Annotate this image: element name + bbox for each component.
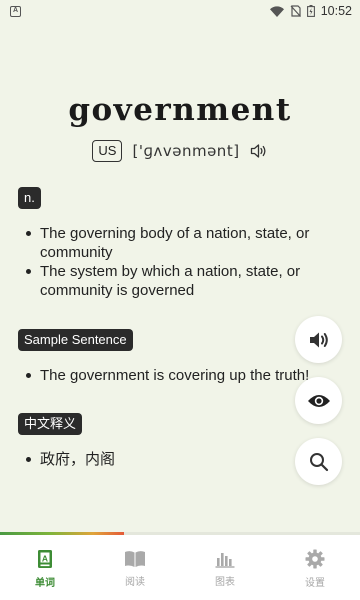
search-button[interactable]	[295, 438, 342, 485]
chinese-meaning-list: 政府，内阁	[24, 450, 324, 469]
definition-item: The governing body of a nation, state, o…	[24, 224, 324, 262]
bar-chart-icon	[215, 552, 235, 568]
accent-badge[interactable]: US	[92, 140, 123, 162]
sample-sentence-tag: Sample Sentence	[18, 329, 133, 351]
nav-label-words: 单词	[35, 577, 55, 589]
speaker-icon[interactable]	[250, 143, 268, 159]
status-time: 10:52	[320, 4, 352, 18]
nav-item-reading[interactable]: 阅读	[90, 535, 180, 600]
chinese-meaning-item: 政府，内阁	[24, 450, 324, 469]
nav-label-settings: 设置	[305, 577, 325, 589]
nav-item-settings[interactable]: 设置	[270, 535, 360, 600]
word-card-icon: A	[38, 549, 52, 568]
sample-sentence-item: The government is covering up the truth!	[24, 366, 324, 385]
sample-sentence-list: The government is covering up the truth!	[24, 366, 324, 385]
battery-icon	[306, 5, 315, 17]
play-audio-button[interactable]	[295, 316, 342, 363]
headword: government	[68, 92, 292, 128]
pronunciation-row: US ['ɡʌvənmənt]	[0, 140, 360, 162]
wifi-icon	[269, 5, 284, 17]
bottom-navigation: A 单词 阅读 图表 设置	[0, 535, 360, 600]
reveal-button[interactable]	[295, 377, 342, 424]
volume-icon	[309, 332, 328, 347]
definition-list: The governing body of a nation, state, o…	[24, 224, 324, 300]
phonetic-transcription: ['ɡʌvənmənt]	[132, 142, 240, 160]
book-icon	[125, 550, 145, 567]
nav-item-words[interactable]: A 单词	[0, 535, 90, 600]
eye-icon	[307, 394, 330, 407]
nav-label-reading: 阅读	[125, 576, 145, 588]
search-icon	[309, 452, 328, 471]
no-sim-icon	[290, 5, 301, 17]
app-notification-icon: A	[10, 5, 21, 17]
chinese-meaning-tag: 中文释义	[18, 413, 83, 435]
definition-item: The system by which a nation, state, or …	[24, 262, 324, 300]
gear-icon	[305, 549, 325, 568]
svg-text:A: A	[42, 553, 48, 563]
status-bar: A 10:52	[0, 0, 360, 22]
nav-label-charts: 图表	[215, 576, 235, 588]
nav-item-charts[interactable]: 图表	[180, 535, 270, 600]
part-of-speech-tag: n.	[18, 187, 41, 209]
